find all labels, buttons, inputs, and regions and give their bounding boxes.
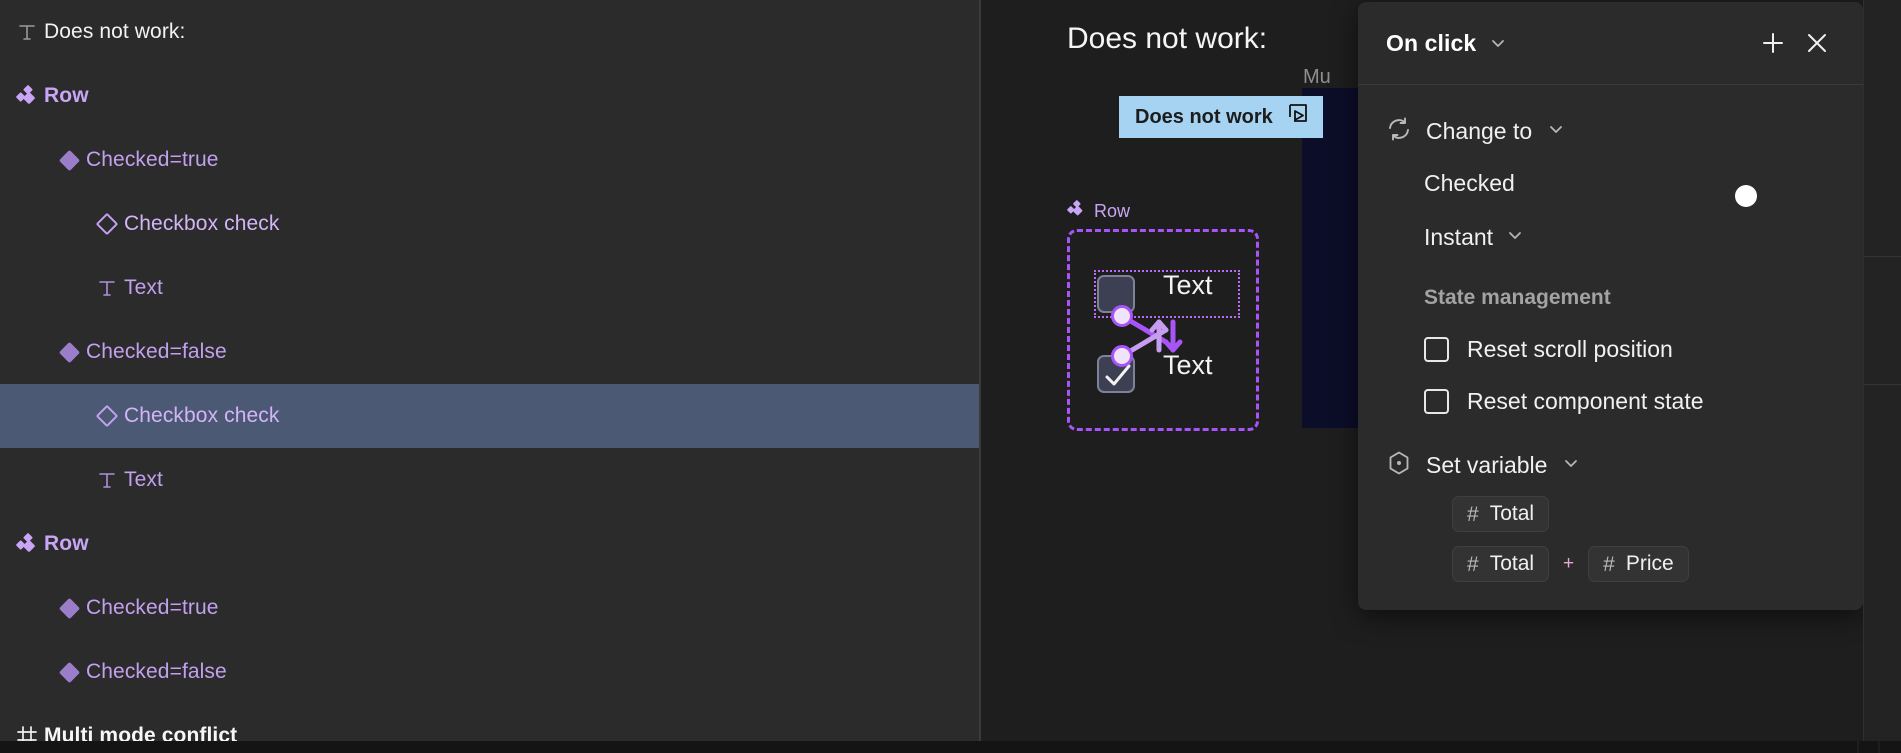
tree-item-checked-true-2[interactable]: Checked=true (0, 576, 979, 640)
variable-chip-total-operand[interactable]: # Total (1452, 546, 1550, 582)
stack-icon (10, 79, 44, 113)
cycle-icon (1386, 116, 1412, 147)
diagram-text-top: Text (1163, 270, 1213, 300)
tree-item-label: Checked=true (86, 148, 219, 171)
stack-icon (10, 527, 44, 561)
tree-item-label: Checked=true (86, 596, 219, 619)
hexagon-dot-icon (1386, 450, 1412, 481)
stack-icon (1067, 200, 1085, 223)
variant-solid-icon (52, 655, 86, 689)
variant-hollow-icon (90, 207, 124, 241)
operator-plus: + (1563, 553, 1575, 574)
hash-icon: # (1603, 552, 1615, 576)
checked-label: Checked (1424, 169, 1515, 196)
hash-icon: # (1467, 502, 1479, 526)
diagram-row-frame[interactable]: Text Text (1067, 229, 1259, 431)
variant-solid-icon (52, 335, 86, 369)
close-icon[interactable] (1795, 21, 1839, 65)
chevron-down-icon[interactable] (1546, 119, 1566, 144)
diagram-text-bottom: Text (1163, 350, 1213, 380)
reset-component-state-label: Reset component state (1467, 387, 1704, 414)
reset-scroll-position-checkbox[interactable]: Reset scroll position (1386, 323, 1835, 375)
tree-item-checked-false-2[interactable]: Checked=false (0, 640, 979, 704)
connector-handle-top[interactable] (1111, 305, 1133, 327)
tree-item-row-1[interactable]: Row (0, 64, 979, 128)
diagram-group-label: Row (1094, 201, 1131, 221)
state-management-heading: State management (1424, 286, 1611, 309)
row-interaction-diagram[interactable]: Row Text Text (1067, 200, 1267, 431)
tree-item-checkbox-check-1[interactable]: Checkbox check (0, 192, 979, 256)
panel-title[interactable]: On click (1386, 30, 1476, 57)
reset-component-state-checkbox[interactable]: Reset component state (1386, 375, 1835, 427)
text-icon (90, 463, 124, 497)
canvas-title: Does not work: (1067, 22, 1268, 55)
connector-handle-bottom[interactable] (1111, 345, 1133, 367)
rail-divider (1864, 384, 1901, 385)
tree-item-label: Checked=false (86, 340, 227, 363)
diagram-group-header: Row (1067, 200, 1267, 223)
panel-header: On click (1358, 2, 1863, 85)
reset-scroll-position-label: Reset scroll position (1467, 335, 1673, 362)
checkbox-square-icon[interactable] (1424, 388, 1449, 414)
tree-item-label: Row (44, 532, 89, 555)
transition-label: Instant (1424, 223, 1494, 250)
tree-item-label: Does not work: (44, 20, 186, 43)
tree-item-row-2[interactable]: Row (0, 512, 979, 576)
variant-solid-icon (52, 143, 86, 177)
tree-item-label: Text (124, 276, 163, 299)
set-variable-target-row[interactable]: # Total (1386, 489, 1835, 539)
hash-icon: # (1467, 552, 1479, 576)
variable-chip-label: Price (1625, 552, 1674, 575)
tree-item-label: Checkbox check (124, 404, 280, 427)
tree-item-label: Checkbox check (124, 212, 280, 235)
tree-item-text-2[interactable]: Text (0, 448, 979, 512)
checked-property-row[interactable]: Checked (1386, 155, 1835, 211)
set-variable-title: Set variable (1426, 451, 1548, 478)
interaction-arrow-icon (1119, 313, 1183, 359)
tree-item-does-not-work[interactable]: Does not work: (0, 0, 979, 64)
set-variable-section-header[interactable]: Set variable (1386, 441, 1835, 489)
rail-divider (1864, 256, 1901, 257)
tree-item-label: Row (44, 84, 89, 107)
interactions-panel[interactable]: On click Change to Checked Instant State… (1358, 2, 1863, 610)
variable-chip-label: Total (1489, 502, 1535, 525)
does-not-work-badge[interactable]: Does not work (1119, 96, 1323, 138)
variable-chip-label: Total (1489, 552, 1535, 575)
variant-solid-icon (52, 591, 86, 625)
right-rail[interactable] (1863, 0, 1901, 753)
tree-item-checkbox-check-2[interactable]: Checkbox check (0, 384, 979, 448)
chevron-down-icon[interactable] (1488, 33, 1508, 53)
variant-hollow-icon (90, 399, 124, 433)
text-icon (90, 271, 124, 305)
chevron-down-icon[interactable] (1561, 453, 1581, 478)
tree-item-text-1[interactable]: Text (0, 256, 979, 320)
tree-item-label: Checked=false (86, 660, 227, 683)
checkbox-square-icon[interactable] (1424, 336, 1449, 362)
bottom-strip (0, 741, 1901, 753)
text-icon (10, 15, 44, 49)
variable-chip-price-operand[interactable]: # Price (1588, 546, 1689, 582)
variable-chip-total-target[interactable]: # Total (1452, 496, 1550, 532)
badge-label: Does not work (1135, 105, 1273, 128)
tree-item-label: Text (124, 468, 163, 491)
tree-item-checked-false-1[interactable]: Checked=false (0, 320, 979, 384)
app-root: Does not work: Row Checked=true Checkbox… (0, 0, 1901, 753)
plus-icon[interactable] (1751, 21, 1795, 65)
canvas-muted-label: Mu (1303, 66, 1331, 88)
layers-sidebar[interactable]: Does not work: Row Checked=true Checkbox… (0, 0, 981, 753)
change-to-title: Change to (1426, 117, 1533, 144)
panel-body: Change to Checked Instant State manageme… (1358, 85, 1863, 589)
preview-play-icon[interactable] (1287, 103, 1309, 131)
change-to-section-header[interactable]: Change to (1386, 107, 1835, 155)
transition-dropdown[interactable]: Instant (1386, 211, 1835, 263)
chevron-down-icon[interactable] (1505, 225, 1525, 250)
tree-item-checked-true-1[interactable]: Checked=true (0, 128, 979, 192)
set-variable-expression-row[interactable]: # Total + # Price (1386, 539, 1835, 589)
